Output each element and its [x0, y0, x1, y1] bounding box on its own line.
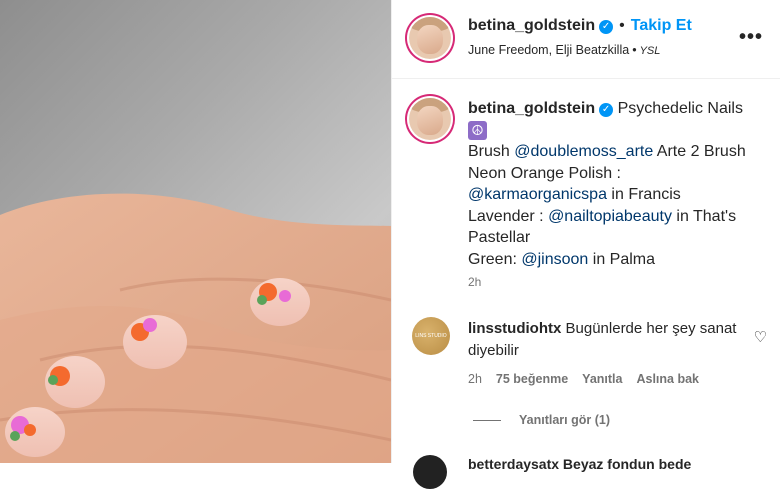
post-side-panel: betina_goldstein ✓ • Takip Et June Freedom,… — [391, 0, 780, 489]
next-commenter-avatar[interactable] — [413, 455, 447, 489]
replies-divider-line — [473, 420, 501, 422]
caption-timestamp[interactable]: 2h — [468, 275, 481, 289]
mention-link[interactable]: @doublemoss_arte — [514, 143, 653, 160]
mention-link[interactable]: @nailtopiabeauty — [548, 208, 672, 225]
nail-4 — [5, 407, 65, 457]
mention-link[interactable]: @jinsoon — [521, 251, 588, 268]
comment-text: linsstudiohtx Bugünlerde her şey sanat d… — [468, 318, 738, 362]
commenter-username[interactable]: linsstudiohtx — [468, 320, 561, 337]
author-username[interactable]: betina_goldstein — [468, 17, 595, 34]
nail-1 — [250, 278, 310, 326]
caption-line: Brush — [468, 143, 515, 160]
separator-dot: • — [632, 43, 637, 57]
caption-line: Green: — [468, 250, 522, 268]
reply-button[interactable]: Yanıtla — [582, 372, 622, 386]
separator-dot: • — [619, 17, 625, 34]
avatar-logo-text: LINS STUDIO — [415, 333, 447, 339]
post-header: betina_goldstein ✓ • Takip Et June Freedom,… — [392, 0, 780, 79]
next-comment-text: betterdaysatx Beyaz fondun bede — [468, 456, 692, 472]
comment-timestamp[interactable]: 2h — [468, 372, 482, 386]
post-photo[interactable] — [0, 0, 391, 463]
peace-symbol-icon: ☮ — [468, 120, 487, 140]
more-options-icon[interactable]: ••• — [739, 26, 763, 49]
audio-attribution: June Freedom, Elji Beatzkilla • YSL — [468, 43, 660, 57]
hand-with-painted-nails-image — [0, 193, 391, 463]
commenter-avatar[interactable]: LINS STUDIO — [412, 317, 450, 355]
view-replies-label: Yanıtları gör (1) — [519, 413, 610, 427]
caption-text: betina_goldstein ✓ Psychedelic Nails ☮ Br… — [468, 98, 768, 270]
caption-username[interactable]: betina_goldstein — [468, 100, 595, 117]
author-avatar[interactable] — [409, 17, 451, 59]
caption-author-avatar[interactable] — [409, 98, 451, 140]
caption-line: Arte 2 Brush — [653, 143, 746, 160]
caption-line: Neon Orange Polish : — [468, 164, 621, 182]
like-comment-heart-icon[interactable]: ♡ — [754, 328, 767, 346]
comment-likes-count[interactable]: 75 beğenme — [496, 372, 568, 386]
caption-line: in That's — [671, 207, 737, 225]
follow-button[interactable]: Takip Et — [631, 17, 692, 34]
caption-title: Psychedelic Nails — [617, 100, 743, 117]
audio-track[interactable]: June Freedom, Elji Beatzkilla — [468, 43, 629, 57]
caption-line: in Palma — [588, 250, 656, 268]
nail-2 — [123, 315, 187, 369]
view-replies-button[interactable]: Yanıtları gör (1) — [473, 413, 610, 427]
caption-line: Pastellar — [468, 229, 531, 246]
verified-badge-icon: ✓ — [599, 103, 614, 117]
caption-line: in Francis — [606, 186, 681, 203]
verified-badge-icon: ✓ — [599, 20, 614, 34]
mention-link[interactable]: @karmaorganicspa — [468, 186, 607, 203]
nail-3 — [45, 356, 105, 408]
brand-tag[interactable]: YSL — [640, 45, 661, 57]
see-translation-button[interactable]: Aslına bak — [636, 372, 699, 386]
comment-meta: 2h 75 beğenme Yanıtla Aslına bak — [468, 372, 713, 386]
caption-line: Lavender : — [468, 207, 549, 225]
header-title-row: betina_goldstein ✓ • Takip Et — [468, 17, 692, 35]
